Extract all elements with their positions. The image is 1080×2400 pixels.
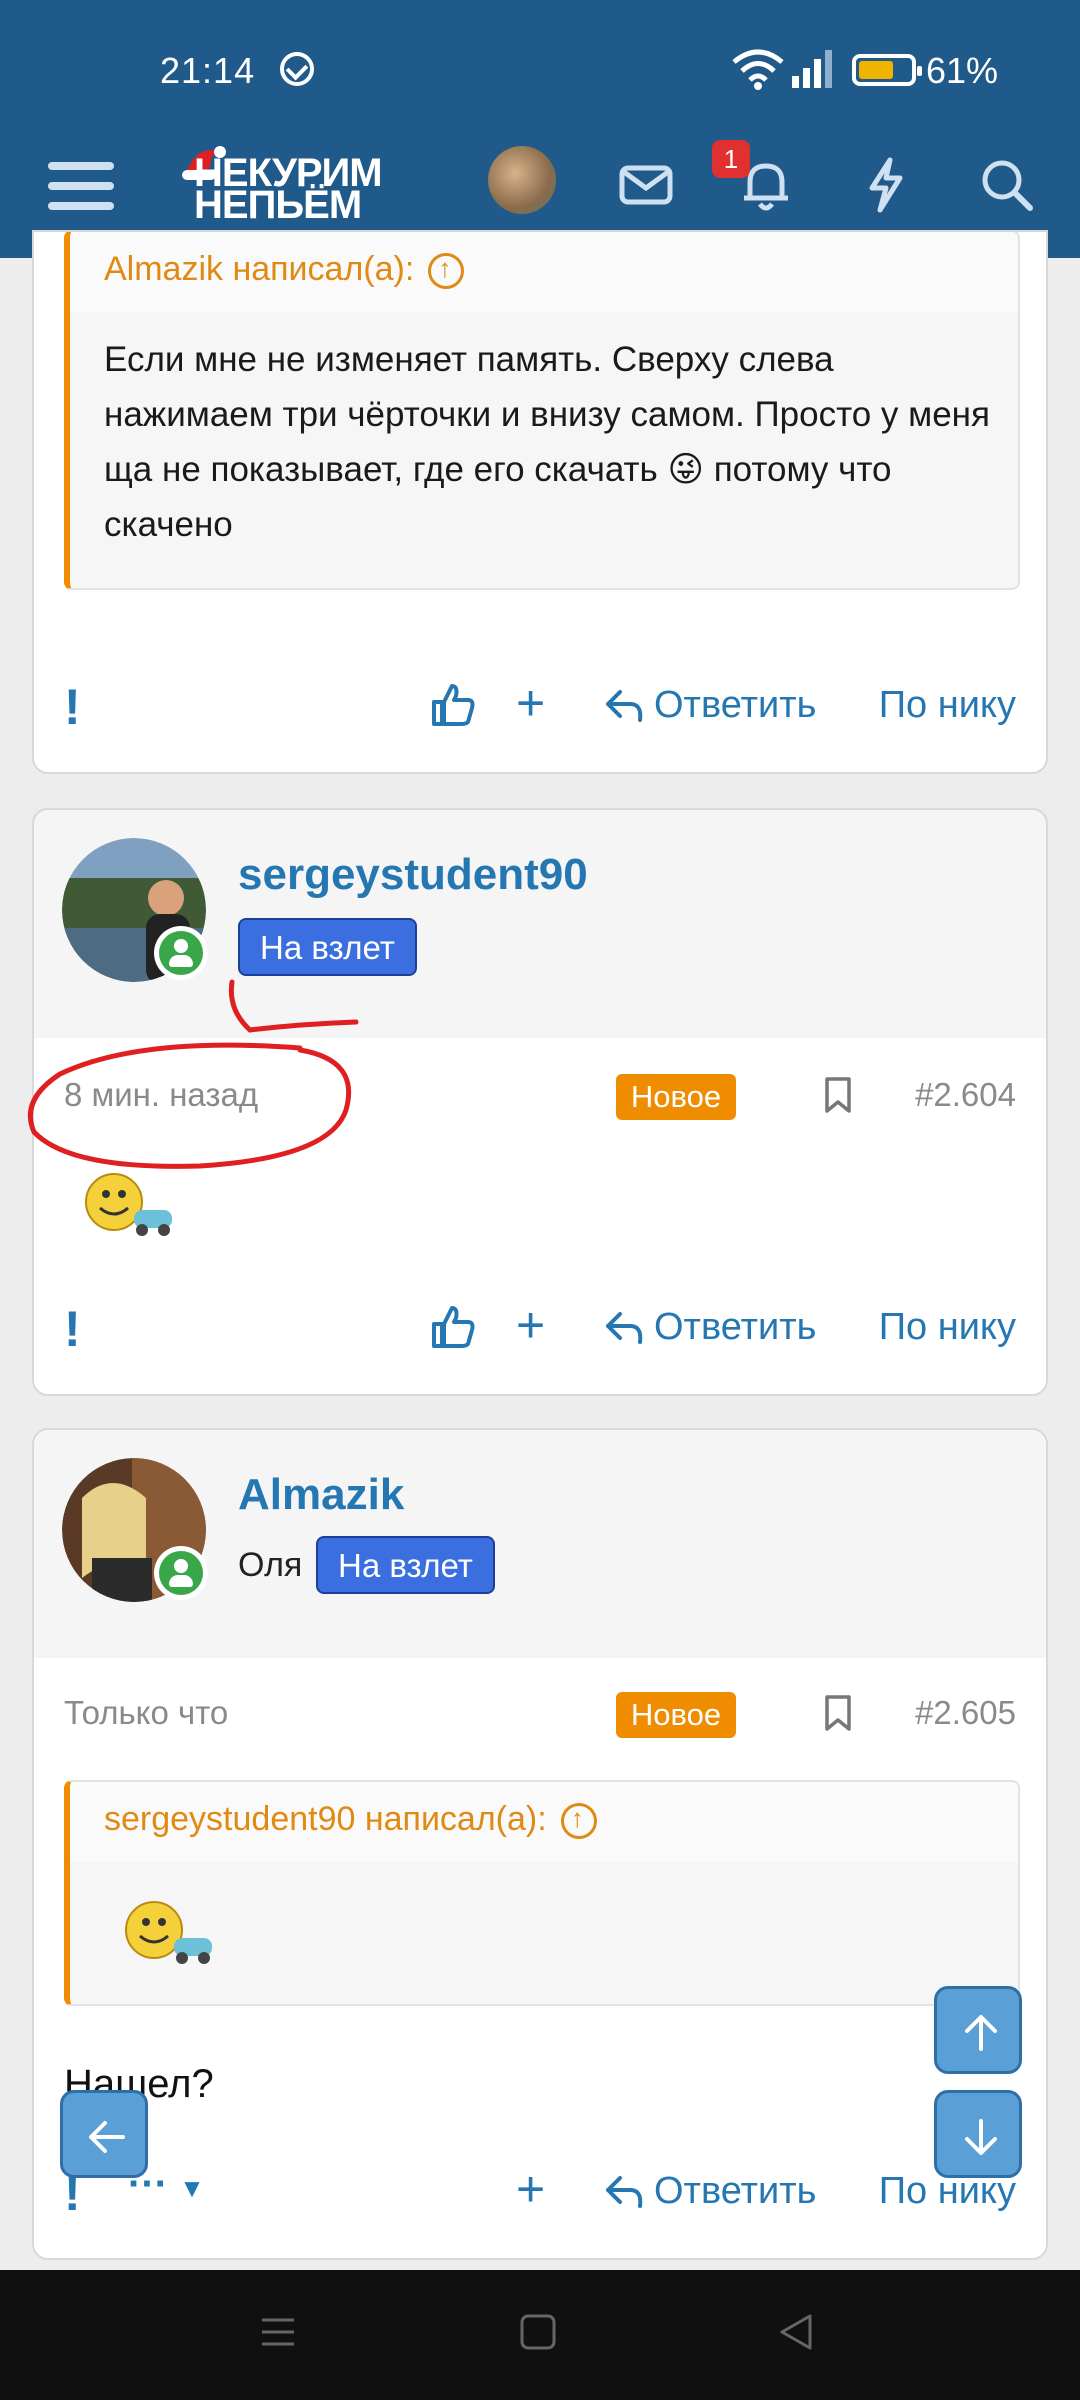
rank-badge: На взлет (316, 1536, 495, 1594)
rank-badge: На взлет (238, 918, 417, 976)
battery-level (859, 61, 894, 79)
mail-icon[interactable] (616, 154, 676, 214)
scroll-up-button[interactable] (934, 1986, 1022, 2074)
bookmark-icon[interactable] (824, 1076, 852, 1114)
sync-icon (280, 52, 314, 86)
back-button[interactable] (60, 2090, 148, 2178)
quote-author-label: Almazik написал(а): (104, 250, 415, 288)
signal-icon (792, 50, 832, 88)
reply-icon[interactable] (604, 2174, 644, 2210)
username[interactable]: Almazik (238, 1470, 404, 1520)
status-bar: 21:14 61% (0, 0, 1080, 140)
quote-author-label: sergeystudent90 написал(а): (104, 1800, 547, 1838)
lightning-icon[interactable] (856, 154, 916, 214)
by-nick-button[interactable]: По нику (879, 684, 1016, 727)
go-to-quote-icon[interactable] (428, 253, 465, 290)
post-card-previous: Almazik написал(а): Если мне не изменяет… (32, 230, 1048, 774)
search-icon[interactable] (976, 154, 1036, 214)
post-time[interactable]: Только что (64, 1694, 228, 1732)
by-nick-button[interactable]: По нику (879, 1306, 1016, 1349)
add-icon[interactable]: + (516, 2160, 545, 2218)
smiley-car-icon (125, 1901, 212, 1964)
system-nav-bar (0, 2270, 1080, 2400)
reply-button[interactable]: Ответить (654, 2170, 816, 2213)
home-icon[interactable] (518, 2312, 558, 2352)
go-to-quote-icon[interactable] (560, 1803, 597, 1840)
post-number[interactable]: #2.604 (915, 1076, 1016, 1114)
post-time[interactable]: 8 мин. назад (64, 1076, 258, 1114)
username[interactable]: sergeystudent90 (238, 850, 588, 900)
post-actions: ! + Ответить По нику (34, 674, 1046, 736)
wifi-icon (732, 49, 784, 90)
post-user-header: Almazik Оля На взлет (34, 1430, 1046, 1658)
battery-percent: 61% (926, 50, 999, 91)
quote-author[interactable]: Almazik написал(а): (104, 250, 465, 290)
arrow-down-icon (965, 2119, 997, 2155)
add-icon[interactable]: + (516, 1296, 545, 1354)
post-card-2605: Almazik Оля На взлет Только что Новое #2… (32, 1428, 1048, 2260)
post-card-2604: sergeystudent90 На взлет 8 мин. назад Но… (32, 808, 1048, 1396)
quote-block: sergeystudent90 написал(а): (64, 1780, 1020, 2006)
arrow-left-icon (89, 2121, 125, 2153)
post-user-header: sergeystudent90 На взлет (34, 810, 1046, 1038)
arrow-up-icon (965, 2015, 997, 2051)
new-badge: Новое (616, 1074, 736, 1120)
report-icon[interactable]: ! (64, 1300, 81, 1358)
reply-button[interactable]: Ответить (654, 1306, 816, 1349)
like-icon[interactable] (430, 1304, 476, 1350)
page: 21:14 61% НЕКУРИМ НЕПЬЁМ 1 Almazik напис… (0, 0, 1080, 2400)
logo-line-2: НЕПЬЁМ (194, 183, 362, 227)
smiley-car-icon (85, 1173, 172, 1236)
top-bar: 21:14 61% НЕКУРИМ НЕПЬЁМ 1 (0, 0, 1080, 258)
quote-text: Если мне не изменяет память. Сверху слев… (104, 340, 990, 544)
back-nav-icon[interactable] (776, 2312, 816, 2352)
avatar[interactable] (488, 146, 556, 214)
reply-icon[interactable] (604, 1310, 644, 1346)
chevron-down-icon: ▼ (179, 2173, 205, 2203)
reply-icon[interactable] (604, 688, 644, 724)
report-icon[interactable]: ! (64, 678, 81, 736)
post-number[interactable]: #2.605 (915, 1694, 1016, 1732)
site-logo[interactable]: НЕКУРИМ НЕПЬЁМ (180, 144, 440, 240)
quote-author[interactable]: sergeystudent90 написал(а): (104, 1800, 597, 1840)
status-time: 21:14 (160, 50, 256, 91)
new-badge: Новое (616, 1692, 736, 1738)
battery-icon (852, 54, 922, 86)
post-actions: ! + Ответить По нику (34, 1296, 1046, 1358)
online-status-icon (154, 926, 208, 980)
user-title: Оля (238, 1546, 303, 1584)
reply-button[interactable]: Ответить (654, 684, 816, 727)
post-actions: ! ··· ▼ + Ответить По нику (34, 2160, 1046, 2222)
like-icon[interactable] (430, 682, 476, 728)
notification-badge: 1 (712, 140, 750, 178)
online-status-icon (154, 1546, 208, 1600)
scroll-down-button[interactable] (934, 2090, 1022, 2178)
bookmark-icon[interactable] (824, 1694, 852, 1732)
menu-icon[interactable] (48, 156, 116, 216)
recent-apps-icon[interactable] (258, 2312, 298, 2352)
add-icon[interactable]: + (516, 674, 545, 732)
quote-block: Almazik написал(а): Если мне не изменяет… (64, 232, 1020, 590)
